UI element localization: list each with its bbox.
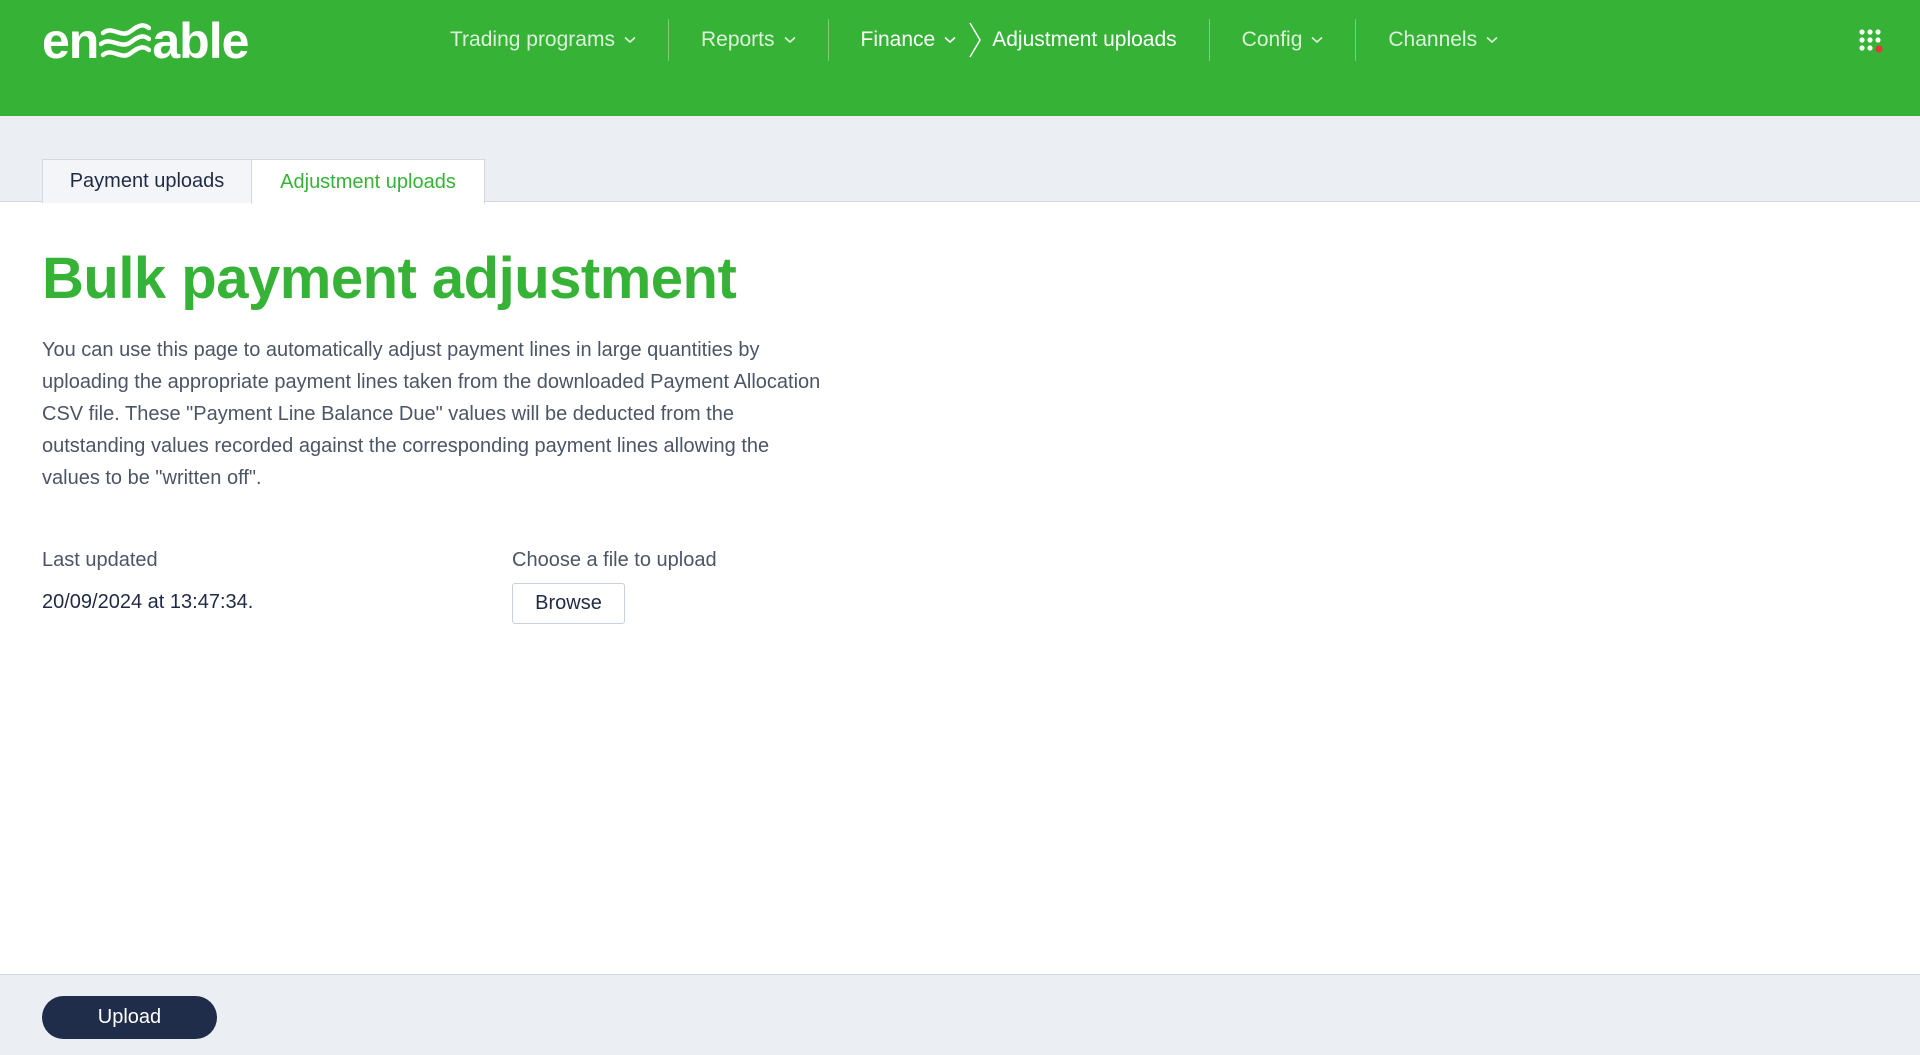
nav-finance[interactable]: Finance [861, 20, 957, 60]
main-nav: Trading programs Reports Finance Adjustm… [450, 16, 1498, 64]
upload-button[interactable]: Upload [42, 996, 217, 1039]
apps-grid-icon[interactable] [1858, 28, 1884, 54]
nav-divider [827, 19, 829, 61]
logo-wave-icon [99, 23, 152, 58]
nav-label: Finance [860, 28, 936, 51]
page-description: You can use this page to automatically a… [42, 339, 821, 489]
top-header: en able Trading programs Reports Finance… [0, 0, 1920, 116]
tab-strip: Payment uploads Adjustment uploads [0, 116, 1920, 204]
breadcrumb-current[interactable]: Adjustment uploads [992, 20, 1176, 60]
nav-label: Trading programs [450, 28, 615, 51]
chevron-down-icon [944, 36, 956, 44]
nav-divider [1355, 19, 1357, 61]
nav-divider [1208, 19, 1210, 61]
browse-button[interactable]: Browse [512, 583, 625, 624]
enable-logo[interactable]: en able [42, 10, 249, 72]
last-updated-value: 20/09/2024 at 13:47:34. [42, 591, 254, 613]
chevron-down-icon [624, 36, 636, 44]
notification-dot [1875, 45, 1883, 53]
breadcrumb-arrow-icon [969, 22, 982, 58]
nav-divider [667, 19, 669, 61]
logo-text-right: able [152, 13, 249, 69]
breadcrumb-label: Adjustment uploads [992, 28, 1177, 51]
choose-file-label: Choose a file to upload [512, 549, 717, 571]
chevron-down-icon [783, 36, 796, 44]
logo-text-left: en [42, 13, 99, 69]
nav-label: Channels [1388, 28, 1478, 51]
nav-config[interactable]: Config [1242, 20, 1324, 60]
nav-label: Config [1241, 28, 1303, 51]
footer-bar: Upload [0, 974, 1920, 1055]
tab-payment-uploads[interactable]: Payment uploads [42, 159, 252, 203]
nav-channels[interactable]: Channels [1388, 20, 1498, 60]
tab-label: Adjustment uploads [280, 170, 456, 193]
nav-trading-programs[interactable]: Trading programs [450, 20, 636, 60]
tab-adjustment-uploads[interactable]: Adjustment uploads [251, 159, 485, 204]
nav-reports[interactable]: Reports [701, 20, 796, 60]
chevron-down-icon [1311, 36, 1323, 44]
chevron-down-icon [1486, 36, 1498, 44]
nav-label: Reports [700, 28, 775, 51]
page-title: Bulk payment adjustment [42, 246, 737, 311]
tab-label: Payment uploads [69, 170, 225, 192]
last-updated-label: Last updated [42, 549, 158, 571]
